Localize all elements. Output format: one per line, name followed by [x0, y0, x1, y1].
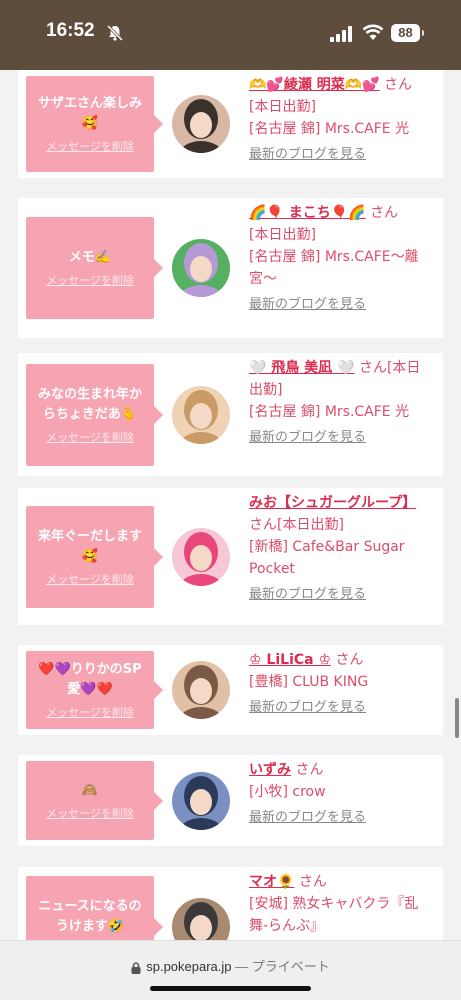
favorite-cast-card: サザエさん楽しみ🥰 メッセージを削除 🫶💕綾瀬 明菜🫶💕 さん [本日出勤] [名古屋 … [18, 70, 443, 178]
latest-blog-link[interactable]: 最新のブログを見る [249, 294, 431, 316]
honorific: さん [335, 652, 364, 668]
memo-bubble: 🙈 メッセージを削除 [26, 761, 163, 840]
delete-message-link[interactable]: メッセージを削除 [46, 429, 134, 445]
honorific: さん [384, 77, 413, 93]
private-label: — プライベート [235, 959, 330, 974]
cellular-signal-icon [330, 26, 352, 42]
latest-blog-link[interactable]: 最新のブログを見る [249, 697, 431, 719]
memo-bubble: みなの生まれ年からちょきだあ🫰 メッセージを削除 [26, 363, 163, 466]
shop-name: [新橋] Cafe&Bar Sugar Pocket [249, 539, 405, 577]
memo-text: みなの生まれ年からちょきだあ🫰 [37, 386, 142, 422]
memo-text: 来年ぐーだします🥰 [37, 528, 142, 564]
shop-name: [名古屋 錦] Mrs.CAFE〜離宮〜 [249, 249, 419, 287]
cast-info: マオ🌻 さん[安城] 熟女キャバクラ『乱舞-らんぶ』最新のブログを見る [249, 871, 431, 940]
url-domain: sp.pokepara.jp [146, 959, 232, 974]
memo-bubble: 来年ぐーだします🥰 メッセージを削除 [26, 505, 163, 608]
delete-message-link[interactable]: メッセージを削除 [46, 805, 134, 821]
cast-info: ♔ LiLiCa ♔ さん [豊橋] CLUB KING 最新のブログを見る [249, 649, 431, 719]
cast-avatar[interactable] [172, 95, 230, 153]
status-time: 16:52 [46, 20, 95, 41]
wifi-icon [362, 24, 384, 40]
memo-bubble: ❤️💜りりかのSP愛💜❤️ メッセージを削除 [26, 651, 163, 729]
honorific: さん [298, 874, 327, 890]
status-bar: 16:52 88 [0, 0, 461, 70]
memo-text: サザエさん楽しみ🥰 [37, 96, 142, 131]
cast-name-link[interactable]: 🌈🎈 まこち🎈🌈 [249, 205, 366, 221]
shop-name: [安城] 熟女キャバクラ『乱舞-らんぶ』 [249, 896, 419, 934]
latest-blog-link[interactable]: 最新のブログを見る [249, 144, 431, 166]
memo-bubble: メモ✍️ メッセージを削除 [26, 217, 163, 319]
cast-name-link[interactable]: 🤍 飛鳥 美凪 🤍 [249, 360, 355, 376]
favorite-cast-card: ❤️💜りりかのSP愛💜❤️ メッセージを削除 ♔ LiLiCa ♔ さん [豊橋] C… [18, 645, 443, 735]
memo-text: ❤️💜りりかのSP愛💜❤️ [38, 662, 142, 697]
favorite-cast-card: ニュースになるのうけます🤣メッセージを削除 マオ🌻 さん [安城] 熟女キャバクラ『… [18, 867, 443, 940]
shop-name: [小牧] crow [249, 784, 326, 800]
delete-message-link[interactable]: メッセージを削除 [46, 571, 134, 587]
shop-name: [豊橋] CLUB KING [249, 674, 369, 690]
bookmark-message-list[interactable]: サザエさん楽しみ🥰 メッセージを削除 🫶💕綾瀬 明菜🫶💕 さん [本日出勤] [名古屋 … [0, 70, 461, 940]
delete-message-link[interactable]: メッセージを削除 [46, 704, 134, 720]
latest-blog-link[interactable]: 最新のブログを見る [249, 584, 431, 606]
cast-avatar[interactable] [172, 771, 230, 830]
attendance-status: [本日出勤] [249, 99, 316, 115]
cast-name-link[interactable]: マオ🌻 [249, 874, 294, 890]
favorite-cast-card: メモ✍️ メッセージを削除 🌈🎈 まこち🎈🌈 さん [本日出勤] [名古屋 錦] Mrs… [18, 198, 443, 338]
memo-text: ニュースになるのうけます🤣 [38, 899, 142, 934]
latest-blog-link[interactable]: 最新のブログを見る [249, 427, 431, 449]
memo-bubble: サザエさん楽しみ🥰 メッセージを削除 [26, 76, 163, 172]
favorite-cast-card: 🙈 メッセージを削除 いずみ さん [小牧] crow 最新のブログを見る [18, 755, 443, 846]
favorite-cast-card: 来年ぐーだします🥰 メッセージを削除 みお【シュガーグループ】 さん[本日出勤] [新… [18, 488, 443, 625]
home-indicator[interactable] [150, 986, 311, 991]
delete-message-link[interactable]: メッセージを削除 [46, 138, 134, 154]
cast-info: 🌈🎈 まこち🎈🌈 さん [本日出勤] [名古屋 錦] Mrs.CAFE〜離宮〜最新の… [249, 202, 431, 316]
cast-avatar[interactable] [172, 385, 230, 444]
cast-info: 🫶💕綾瀬 明菜🫶💕 さん [本日出勤] [名古屋 錦] Mrs.CAFE 光最新のブ… [249, 74, 431, 166]
cast-name-link[interactable]: いずみ [249, 762, 291, 778]
honorific: さん [370, 205, 399, 221]
latest-blog-link[interactable]: 最新のブログを見る [249, 807, 431, 829]
shop-name: [名古屋 錦] Mrs.CAFE 光 [249, 121, 410, 137]
cast-info: 🤍 飛鳥 美凪 🤍 さん[本日出勤] [名古屋 錦] Mrs.CAFE 光最新のブ… [249, 357, 431, 449]
cast-avatar[interactable] [172, 898, 230, 940]
cast-avatar[interactable] [172, 239, 230, 297]
memo-text: メモ✍️ [68, 250, 112, 265]
cast-avatar[interactable] [172, 661, 230, 719]
address-text[interactable]: sp.pokepara.jp — プライベート [0, 956, 461, 975]
cast-info: いずみ さん [小牧] crow 最新のブログを見る [249, 759, 431, 829]
scrollbar-thumb[interactable] [455, 698, 459, 738]
browser-address-bar[interactable]: sp.pokepara.jp — プライベート [0, 940, 461, 1000]
memo-text: 🙈 [81, 782, 99, 798]
attendance-status: [本日出勤] [249, 227, 316, 243]
cast-name-link[interactable]: ♔ LiLiCa ♔ [249, 652, 331, 668]
cast-avatar[interactable] [172, 527, 230, 586]
favorite-cast-card: みなの生まれ年からちょきだあ🫰 メッセージを削除 🤍 飛鳥 美凪 🤍 さん[本日出勤… [18, 353, 443, 476]
honorific: さん[本日出勤] [249, 517, 344, 533]
memo-bubble: ニュースになるのうけます🤣メッセージを削除 [26, 876, 163, 940]
cast-name-link[interactable]: みお【シュガーグループ】 [249, 495, 416, 511]
honorific: さん [295, 762, 324, 778]
cast-info: みお【シュガーグループ】 さん[本日出勤] [新橋] Cafe&Bar Sugar… [249, 492, 431, 606]
delete-message-link[interactable]: メッセージを削除 [46, 272, 134, 288]
cast-name-link[interactable]: 🫶💕綾瀬 明菜🫶💕 [249, 77, 380, 93]
shop-name: [名古屋 錦] Mrs.CAFE 光 [249, 404, 410, 420]
bell-muted-icon [106, 24, 124, 42]
lock-icon [131, 961, 141, 974]
battery-indicator: 88 [391, 24, 424, 42]
